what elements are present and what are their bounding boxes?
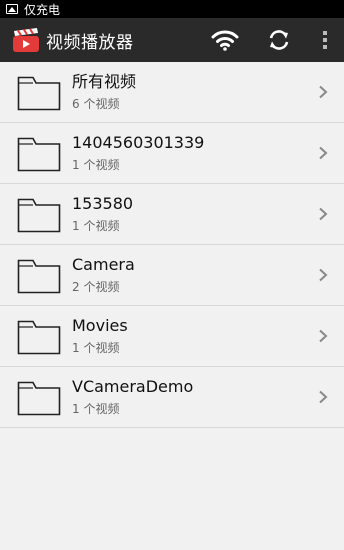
folder-icon — [17, 198, 61, 233]
folder-video-count: 1 个视频 — [72, 158, 120, 172]
action-icons — [198, 18, 344, 62]
status-bar: 仅充电 — [0, 0, 344, 18]
folder-name: Movies — [72, 316, 128, 335]
chevron-right-icon — [319, 146, 328, 160]
folder-video-count: 1 个视频 — [72, 219, 120, 233]
folder-text: Camera 2 个视频 — [72, 255, 135, 295]
chevron-right-icon — [319, 207, 328, 221]
folder-icon — [17, 259, 61, 294]
folder-text: Movies 1 个视频 — [72, 316, 128, 356]
folder-name: Camera — [72, 255, 135, 274]
folder-list: 所有视频 6 个视频 1404560301339 1 个视频 153580 1 … — [0, 62, 344, 428]
folder-name: VCameraDemo — [72, 377, 194, 396]
folder-list-item[interactable]: Movies 1 个视频 — [0, 306, 344, 367]
status-text: 仅充电 — [24, 2, 61, 17]
folder-icon — [17, 76, 61, 111]
app-title: 视频播放器 — [46, 32, 134, 53]
chevron-right-icon — [319, 268, 328, 282]
wifi-button[interactable] — [198, 18, 252, 62]
refresh-button[interactable] — [252, 18, 306, 62]
folder-video-count: 2 个视频 — [72, 280, 120, 294]
folder-icon — [17, 381, 61, 416]
folder-list-item[interactable]: Camera 2 个视频 — [0, 245, 344, 306]
folder-icon — [17, 137, 61, 172]
image-notification-icon — [6, 4, 18, 14]
app-clapperboard-icon[interactable] — [12, 27, 40, 53]
chevron-right-icon — [319, 85, 328, 99]
folder-video-count: 6 个视频 — [72, 97, 120, 111]
folder-list-item[interactable]: 所有视频 6 个视频 — [0, 62, 344, 123]
chevron-right-icon — [319, 390, 328, 404]
folder-name: 153580 — [72, 194, 134, 213]
refresh-icon — [269, 30, 289, 50]
folder-video-count: 1 个视频 — [72, 341, 120, 355]
chevron-right-icon — [319, 329, 328, 343]
action-bar: 视频播放器 — [0, 18, 344, 62]
folder-text: VCameraDemo 1 个视频 — [72, 377, 193, 417]
overflow-menu-button[interactable] — [306, 18, 344, 62]
folder-icon — [17, 320, 61, 355]
folder-text: 所有视频 6 个视频 — [72, 72, 136, 112]
folder-name: 所有视频 — [72, 72, 137, 91]
folder-list-item[interactable]: 1404560301339 1 个视频 — [0, 123, 344, 184]
folder-name: 1404560301339 — [72, 133, 205, 152]
folder-list-item[interactable]: 153580 1 个视频 — [0, 184, 344, 245]
folder-text: 1404560301339 1 个视频 — [72, 133, 204, 173]
folder-video-count: 1 个视频 — [72, 402, 120, 416]
overflow-menu-icon — [323, 31, 327, 49]
folder-list-item[interactable]: VCameraDemo 1 个视频 — [0, 367, 344, 428]
folder-text: 153580 1 个视频 — [72, 194, 133, 234]
wifi-icon — [211, 30, 239, 51]
